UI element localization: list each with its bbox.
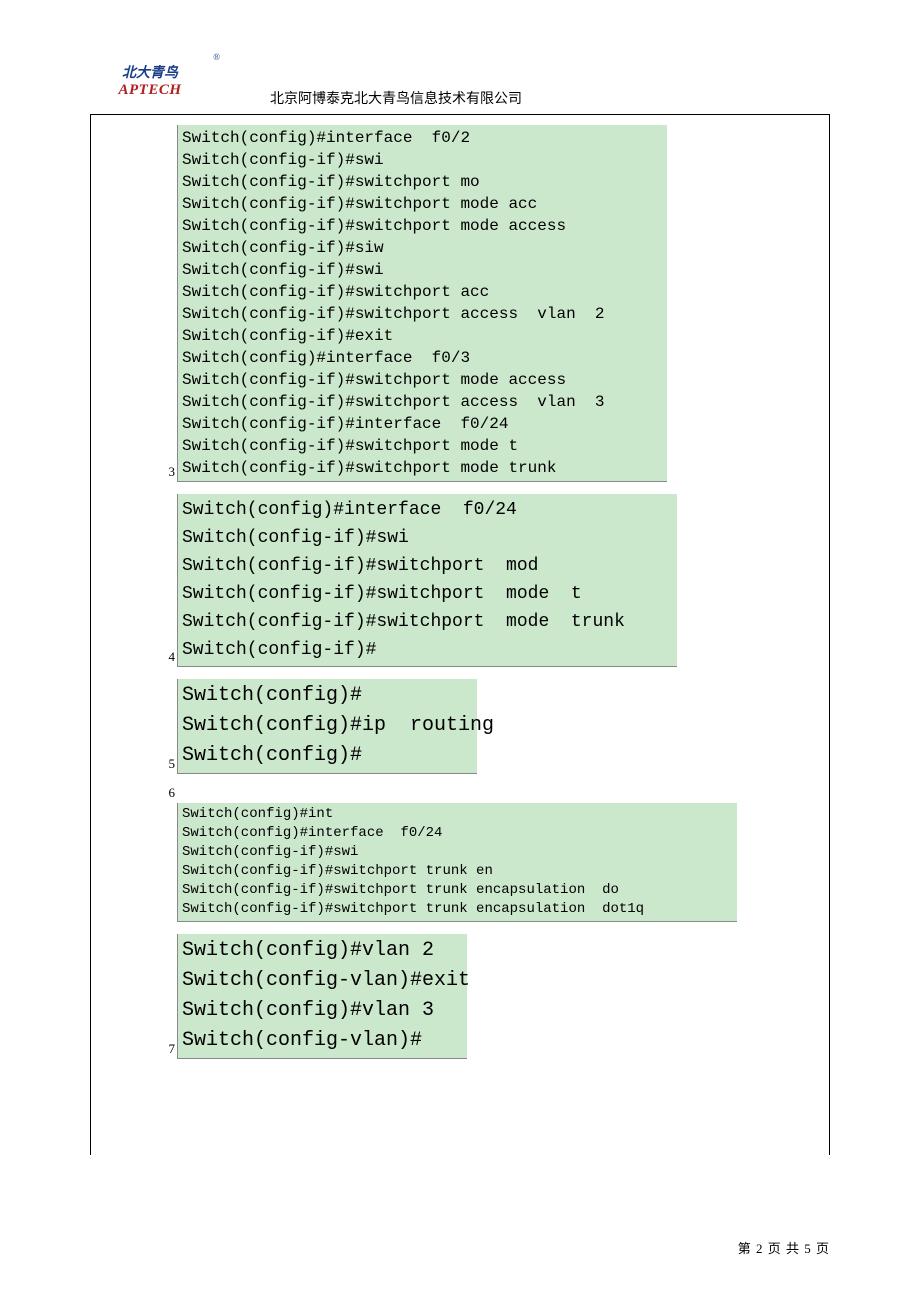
- code-block-7: Switch(config)#vlan 2 Switch(config-vlan…: [177, 934, 467, 1059]
- logo-text-cn: 北大青鸟: [122, 62, 178, 82]
- row-number: 5: [161, 757, 175, 770]
- code-block-6: Switch(config)#int Switch(config)#interf…: [177, 803, 737, 922]
- code-block-3: Switch(config)#interface f0/2 Switch(con…: [177, 125, 667, 482]
- row-number: 6: [161, 786, 175, 799]
- logo-text-en: APTECH: [118, 82, 181, 99]
- content-inner: 3 Switch(config)#interface f0/2 Switch(c…: [161, 115, 819, 1059]
- code-row-7: 7 Switch(config)#vlan 2 Switch(config-vl…: [161, 934, 819, 1059]
- code-row-6: Switch(config)#int Switch(config)#interf…: [161, 803, 819, 922]
- code-row-4: 4 Switch(config)#interface f0/24 Switch(…: [161, 494, 819, 667]
- logo: ® 北大青鸟 APTECH: [90, 50, 210, 110]
- content-frame: 3 Switch(config)#interface f0/2 Switch(c…: [90, 115, 830, 1155]
- header: ® 北大青鸟 APTECH 北京阿博泰克北大青鸟信息技术有限公司: [90, 50, 830, 115]
- page: ® 北大青鸟 APTECH 北京阿博泰克北大青鸟信息技术有限公司 3 Switc…: [0, 0, 920, 1302]
- company-name: 北京阿博泰克北大青鸟信息技术有限公司: [220, 88, 522, 110]
- code-row-3: 3 Switch(config)#interface f0/2 Switch(c…: [161, 125, 819, 482]
- code-block-4: Switch(config)#interface f0/24 Switch(co…: [177, 494, 677, 667]
- code-row-5: 5 Switch(config)# Switch(config)#ip rout…: [161, 679, 819, 774]
- page-footer: 第 2 页 共 5 页: [738, 1238, 830, 1257]
- row-number: 7: [161, 1042, 175, 1055]
- code-row-6-num: 6: [161, 786, 819, 799]
- registered-mark-icon: ®: [213, 52, 220, 62]
- code-block-5: Switch(config)# Switch(config)#ip routin…: [177, 679, 477, 774]
- row-number: 3: [161, 465, 175, 478]
- row-number: 4: [161, 650, 175, 663]
